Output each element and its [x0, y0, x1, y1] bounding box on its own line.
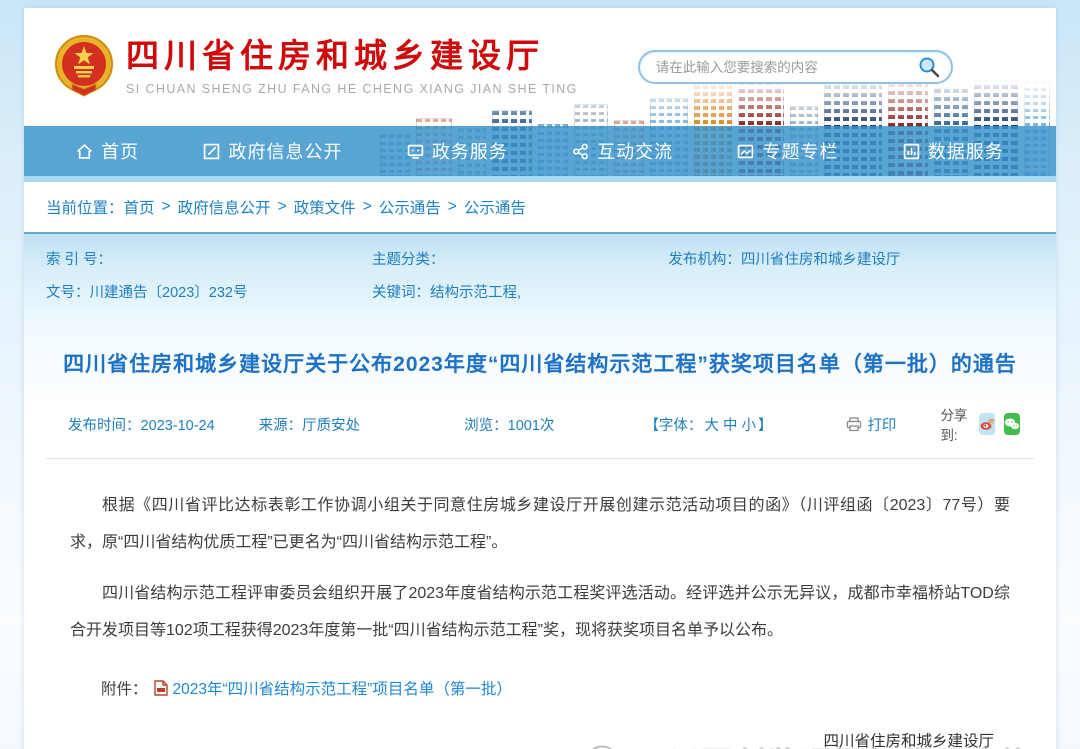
font-ctrl-prefix: 【字体：	[644, 418, 702, 434]
article: 四川省住房和城乡建设厅关于公布2023年度“四川省结构示范工程”获奖项目名单（第…	[24, 320, 1056, 749]
breadcrumb-separator: >	[363, 198, 372, 216]
share-block: 分享到:	[940, 404, 1019, 444]
brand-block: 四川省住房和城乡建设厅 SI CHUAN SHENG ZHU FANG HE C…	[126, 38, 578, 96]
attachment-link[interactable]: 2023年“四川省结构示范工程”项目名单（第一批）	[173, 677, 512, 699]
nav-item-home[interactable]: 首页	[76, 138, 139, 164]
home-icon	[76, 143, 93, 160]
header-wrap: 四川省住房和城乡建设厅 SI CHUAN SHENG ZHU FANG HE C…	[24, 8, 1056, 182]
publish-date: 发布时间：2023-10-24	[68, 414, 215, 435]
page: 四川省住房和城乡建设厅 SI CHUAN SHENG ZHU FANG HE C…	[0, 0, 1080, 749]
meta-keywords: 关键词：结构示范工程,	[372, 281, 668, 302]
printer-icon	[846, 417, 862, 432]
nav-item-services[interactable]: 政务服务	[407, 138, 508, 164]
breadcrumb-separator: >	[162, 198, 171, 216]
nav-label: 政务服务	[432, 138, 508, 164]
paragraph-2: 四川省结构示范工程评审委员会组织开展了2023年度省结构示范工程奖评选活动。经评…	[70, 575, 1010, 649]
monitor-icon	[407, 143, 424, 160]
share-nodes-icon	[572, 143, 589, 160]
main-nav: 首页 政府信息公开 政务服务	[24, 126, 1056, 176]
national-emblem-logo	[54, 34, 114, 100]
signature-agency: 四川省住房和城乡建设厅	[46, 729, 994, 749]
nav-item-special-topics[interactable]: 专题专栏	[737, 138, 838, 164]
nav-label: 数据服务	[928, 138, 1004, 164]
article-meta-bar: 发布时间：2023-10-24 来源：厅质安处 浏览：1001次 【字体：大中小…	[46, 398, 1034, 459]
meta-index-number: 索 引 号：	[46, 248, 372, 269]
article-body: 根据《四川省评比达标表彰工作协调小组关于同意住房城乡建设厅开展创建示范活动项目的…	[46, 459, 1034, 649]
pdf-file-icon	[154, 680, 168, 696]
site-subtitle: SI CHUAN SHENG ZHU FANG HE CHENG XIANG J…	[126, 82, 578, 96]
article-footer: 四川省住房和城乡建设厅 四川同创监理招标代理造价 2023年10月23日	[46, 699, 1034, 749]
view-count: 浏览：1001次	[464, 414, 554, 435]
breadcrumb-item-policy-docs[interactable]: 政策文件	[294, 196, 356, 218]
meta-topic-category: 主题分类：	[372, 248, 668, 269]
nav-item-interaction[interactable]: 互动交流	[572, 138, 673, 164]
share-label: 分享到:	[940, 404, 969, 444]
source: 来源：厅质安处	[259, 414, 361, 435]
font-size-control: 【字体：大中小】	[644, 414, 772, 435]
meta-doc-number: 文号：川建通告〔2023〕232号	[46, 281, 372, 302]
wechat-icon	[1004, 417, 1020, 431]
breadcrumb-item-notices[interactable]: 公示通告	[379, 196, 441, 218]
search-icon	[917, 55, 941, 79]
document-meta-band: 索 引 号： 主题分类： 发布机构：四川省住房和城乡建设厅 文号：川建通告〔20…	[24, 232, 1056, 320]
picture-icon	[737, 143, 754, 160]
nav-label: 互动交流	[597, 138, 673, 164]
search-box	[638, 50, 953, 84]
breadcrumb-label: 当前位置：	[46, 196, 124, 218]
site-title: 四川省住房和城乡建设厅	[126, 38, 578, 74]
print-label: 打印	[867, 414, 896, 435]
font-size-small[interactable]: 小	[741, 418, 756, 434]
paragraph-1: 根据《四川省评比达标表彰工作协调小组关于同意住房城乡建设厅开展创建示范活动项目的…	[70, 487, 1010, 561]
search-input[interactable]	[656, 60, 917, 75]
compose-icon	[203, 143, 220, 160]
article-title: 四川省住房和城乡建设厅关于公布2023年度“四川省结构示范工程”获奖项目名单（第…	[46, 320, 1034, 398]
content-container: 四川省住房和城乡建设厅 SI CHUAN SHENG ZHU FANG HE C…	[24, 8, 1056, 749]
breadcrumb-item-gov-info[interactable]: 政府信息公开	[178, 196, 271, 218]
print-button[interactable]: 打印	[846, 414, 896, 435]
weibo-icon	[979, 417, 995, 431]
search-button[interactable]	[917, 55, 941, 79]
nav-item-data-services[interactable]: 数据服务	[903, 138, 1004, 164]
breadcrumb-separator: >	[278, 198, 287, 216]
weibo-share-button[interactable]	[979, 413, 995, 435]
breadcrumb-item-home[interactable]: 首页	[124, 196, 155, 218]
font-size-medium[interactable]: 中	[723, 418, 738, 434]
breadcrumb-item-notices-2[interactable]: 公示通告	[464, 196, 526, 218]
attachment-line: 附件： 2023年“四川省结构示范工程”项目名单（第一批）	[46, 663, 1034, 699]
meta-issuing-agency: 发布机构：四川省住房和城乡建设厅	[668, 248, 1034, 269]
breadcrumb-separator: >	[448, 198, 457, 216]
nav-label: 专题专栏	[762, 138, 838, 164]
nav-label: 首页	[101, 138, 139, 164]
breadcrumb: 当前位置： 首页 > 政府信息公开 > 政策文件 > 公示通告 > 公示通告	[24, 182, 1056, 232]
nav-bottom-strip	[24, 176, 1056, 182]
nav-label: 政府信息公开	[228, 138, 342, 164]
nav-item-gov-info[interactable]: 政府信息公开	[203, 138, 342, 164]
site-header: 四川省住房和城乡建设厅 SI CHUAN SHENG ZHU FANG HE C…	[24, 8, 1056, 126]
bar-chart-icon	[903, 143, 920, 160]
wechat-share-button[interactable]	[1004, 413, 1020, 435]
font-size-large[interactable]: 大	[704, 418, 719, 434]
font-ctrl-suffix: 】	[758, 418, 773, 434]
attachment-label: 附件：	[101, 677, 148, 699]
